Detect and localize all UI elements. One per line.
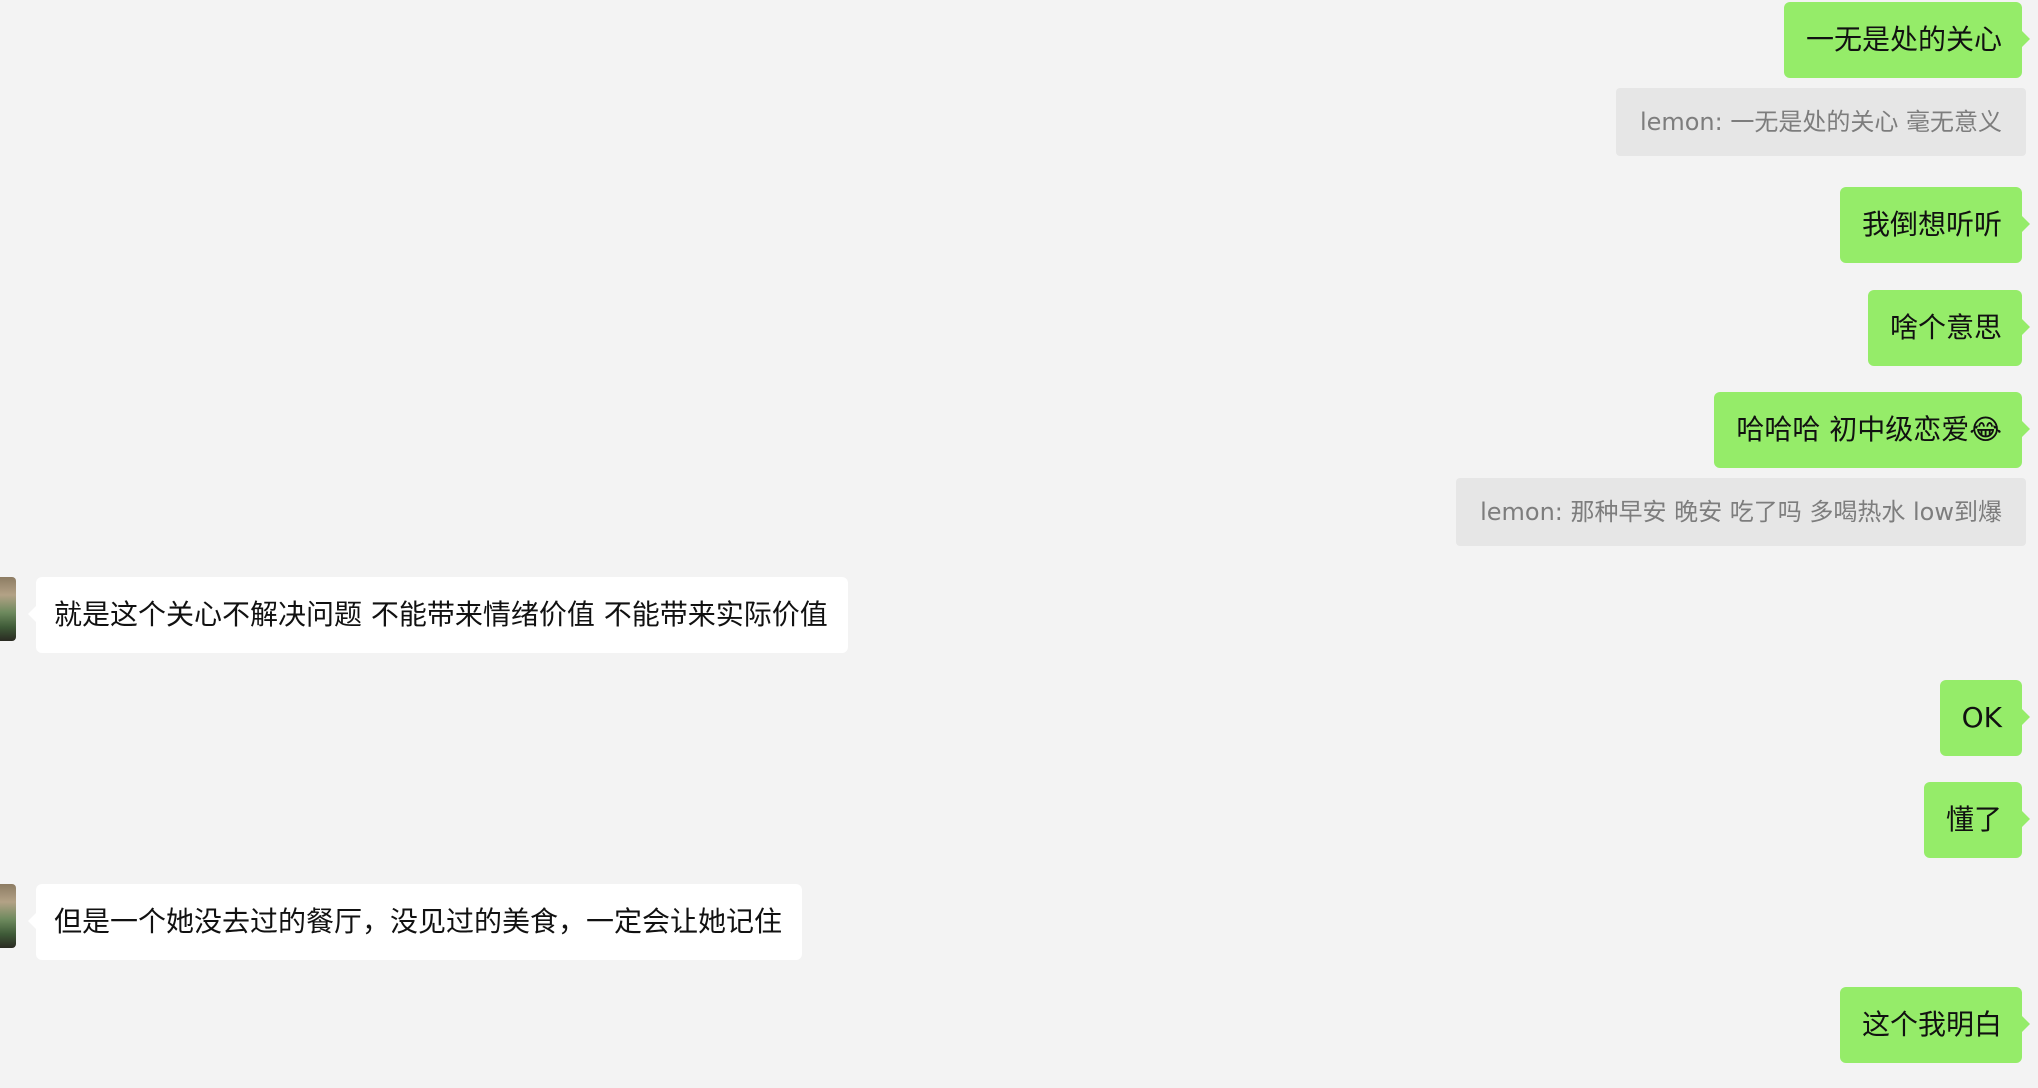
quoted-reply[interactable]: lemon: 一无是处的关心 毫无意义 [1615, 88, 2026, 156]
message-bubble-outgoing[interactable]: 这个我明白 [1839, 987, 2031, 1063]
contact-avatar[interactable] [0, 577, 16, 641]
message-bubble-outgoing[interactable]: 啥个意思 [1867, 290, 2031, 366]
laughing-tears-emoji: 😂 [1969, 413, 2002, 446]
message-text: 这个我明白 [1861, 1008, 2002, 1041]
contact-avatar[interactable] [0, 884, 16, 948]
message-text: 但是一个她没去过的餐厅，没见过的美食，一定会让她记住 [54, 905, 783, 938]
message-text: 啥个意思 [1889, 311, 2002, 344]
message-text: 我倒想听听 [1861, 208, 2002, 241]
message-bubble-outgoing[interactable]: 懂了 [1923, 782, 2031, 858]
message-bubble-incoming[interactable]: 但是一个她没去过的餐厅，没见过的美食，一定会让她记住 [27, 884, 803, 960]
message-text: 懂了 [1945, 803, 2002, 836]
message-text: 就是这个关心不解决问题 不能带来情绪价值 不能带来实际价值 [54, 598, 828, 631]
quote-text: lemon: 一无是处的关心 毫无意义 [1639, 108, 2002, 136]
chat-thread: 一无是处的关心 lemon: 一无是处的关心 毫无意义 我倒想听听 啥个意思 哈… [0, 0, 2038, 1088]
message-text: 哈哈哈 初中级恋爱 [1736, 413, 1970, 446]
message-text: OK [1961, 701, 2002, 734]
message-bubble-incoming[interactable]: 就是这个关心不解决问题 不能带来情绪价值 不能带来实际价值 [28, 577, 848, 653]
quote-text: lemon: 那种早安 晚安 吃了吗 多喝热水 low到爆 [1480, 498, 2002, 526]
message-bubble-outgoing[interactable]: 哈哈哈 初中级恋爱😂 [1714, 392, 2030, 468]
message-text: 一无是处的关心 [1805, 23, 2002, 56]
quoted-reply[interactable]: lemon: 那种早安 晚安 吃了吗 多喝热水 low到爆 [1456, 478, 2026, 546]
message-bubble-outgoing[interactable]: OK [1939, 680, 2031, 756]
message-bubble-outgoing[interactable]: 我倒想听听 [1839, 187, 2031, 263]
message-bubble-outgoing[interactable]: 一无是处的关心 [1783, 2, 2031, 78]
